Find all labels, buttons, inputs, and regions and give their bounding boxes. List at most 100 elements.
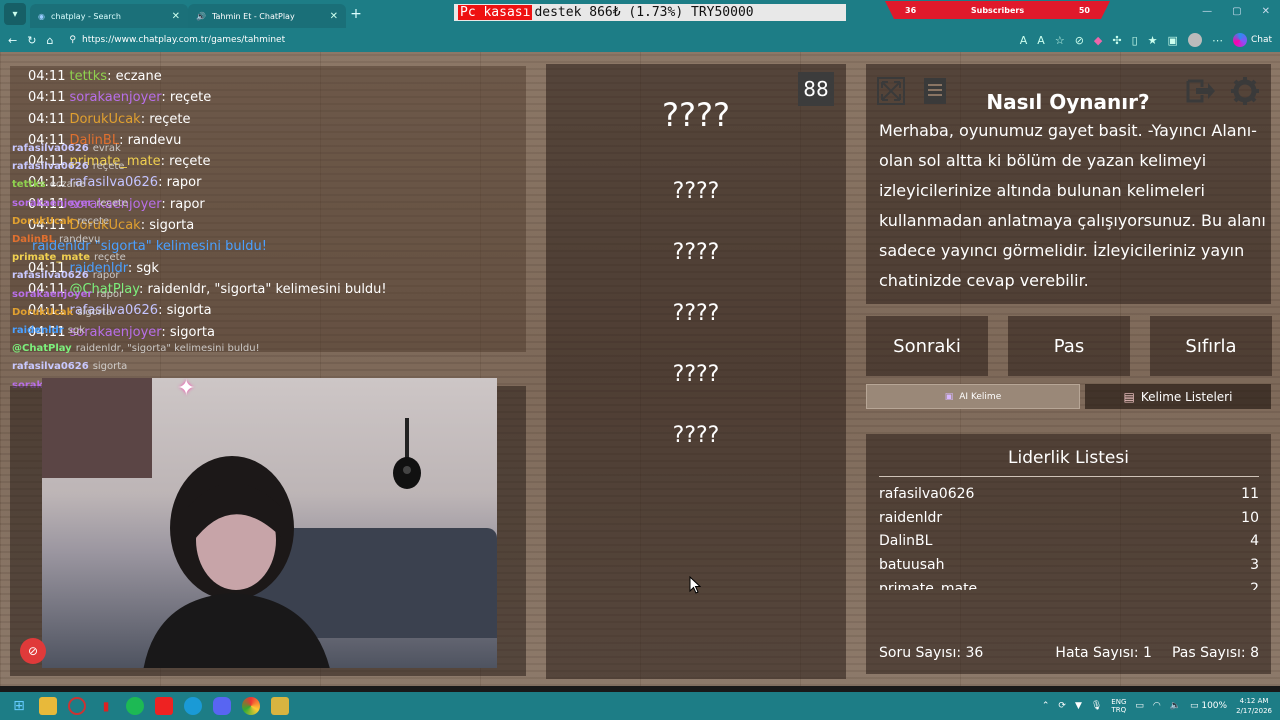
youtube-icon[interactable] bbox=[155, 697, 173, 715]
system-tray: ⌃ ⟳ ▼ 🎙 ENG TRQ ▭ ◠ 🔈 ▭ 100% 4:12 AM 2/17/… bbox=[1042, 692, 1272, 720]
word-lists-button[interactable]: ▤ Kelime Listeleri bbox=[1085, 384, 1271, 409]
document-icon[interactable] bbox=[918, 74, 952, 108]
overlay-chat-message: primate_mate reçete bbox=[12, 249, 260, 267]
tab-actions-icon[interactable]: ▾ bbox=[4, 3, 26, 25]
collections-icon[interactable]: ▣ bbox=[1168, 34, 1178, 47]
forbidden-word: ???? bbox=[672, 301, 720, 326]
mic-icon[interactable]: 🎙 bbox=[1091, 701, 1102, 711]
vpn-icon[interactable]: ▼ bbox=[1075, 701, 1082, 711]
profile-avatar[interactable] bbox=[1187, 33, 1202, 47]
chat-username[interactable]: sorakaenjoyer bbox=[69, 90, 161, 105]
player-name: primate_mate bbox=[879, 581, 978, 590]
close-tab-icon[interactable]: ✕ bbox=[172, 11, 180, 22]
sync-icon[interactable]: ⟳ bbox=[1058, 701, 1066, 711]
overlay-text: rapor bbox=[92, 270, 120, 282]
more-menu-icon[interactable]: ⋯ bbox=[1212, 34, 1223, 47]
extensions-puzzle-icon[interactable]: ✣ bbox=[1112, 34, 1121, 47]
player-score: 3 bbox=[1250, 557, 1259, 574]
read-aloud-icon[interactable]: A bbox=[1037, 34, 1045, 47]
error-count: Hata Sayısı: 1 bbox=[1055, 645, 1152, 661]
url-field[interactable]: ⚲ https://www.chatplay.com.tr/games/tahm… bbox=[63, 30, 1009, 50]
favorites-icon[interactable]: ★ bbox=[1148, 34, 1158, 47]
wifi-icon[interactable]: ◠ bbox=[1153, 701, 1161, 711]
language-indicator[interactable]: ENG TRQ bbox=[1111, 698, 1126, 714]
subscriber-goal-bar: 36 Subscribers 50 bbox=[885, 1, 1110, 19]
chat-separator: : bbox=[140, 111, 150, 127]
tab-audio-icon[interactable]: 🔊 bbox=[196, 12, 206, 21]
word-lists-label: Kelime Listeleri bbox=[1140, 389, 1233, 404]
spotify-icon[interactable] bbox=[126, 697, 144, 715]
leaderboard-row: batuusah 3 bbox=[879, 553, 1259, 577]
taskbar: ⊞ ▮ ⌃ ⟳ ▼ 🎙 ENG TRQ ▭ ◠ 🔈 ▭ 100% 4:12 AM 2… bbox=[0, 692, 1280, 720]
overlay-chat-message: sorakaenjoyer rapor bbox=[12, 286, 260, 304]
stream-chat-overlay: rafasilva0626 evrak rafasilva0626 reçete tet… bbox=[12, 140, 260, 395]
app-red-icon[interactable]: ▮ bbox=[97, 697, 115, 715]
exit-icon[interactable] bbox=[1184, 74, 1218, 108]
tab-chatplay[interactable]: 🔊 Tahmin Et - ChatPlay ✕ bbox=[188, 4, 346, 28]
copilot-button[interactable]: Chat bbox=[1232, 33, 1272, 47]
pass-button[interactable]: Pas bbox=[1008, 316, 1130, 376]
minimize-icon[interactable]: — bbox=[1202, 6, 1212, 17]
new-tab-button[interactable]: + bbox=[346, 6, 366, 22]
leaderboard-row: raidenldr 10 bbox=[879, 506, 1259, 530]
record-icon[interactable]: ⊘ bbox=[20, 638, 46, 664]
player-score: 10 bbox=[1241, 509, 1259, 526]
tab-title: chatplay - Search bbox=[50, 11, 121, 21]
windows-start-icon[interactable]: ⊞ bbox=[10, 697, 28, 715]
settings-gear-icon[interactable] bbox=[1228, 74, 1262, 108]
overlay-chat-message: sorakaenjoyer reçete bbox=[12, 195, 260, 213]
overlay-chat-message: DorukUcak sigorta bbox=[12, 304, 260, 322]
maximize-icon[interactable]: ▢ bbox=[1232, 6, 1241, 17]
chrome-icon[interactable] bbox=[242, 697, 260, 715]
clock[interactable]: 4:12 AM 2/17/2026 bbox=[1236, 696, 1272, 716]
how-to-description: Merhaba, oyunumuz gayet basit. -Yayıncı … bbox=[879, 121, 1266, 290]
tray-chevron-icon[interactable]: ⌃ bbox=[1042, 701, 1050, 711]
tab-search[interactable]: ◉ chatplay - Search ✕ bbox=[30, 4, 188, 28]
next-button[interactable]: Sonraki bbox=[866, 316, 988, 376]
volume-icon[interactable]: 🔈 bbox=[1170, 701, 1181, 711]
home-icon[interactable]: ⌂ bbox=[46, 34, 53, 47]
subs-goal: 50 bbox=[1078, 5, 1090, 15]
battery-indicator[interactable]: ▭ 100% bbox=[1190, 701, 1227, 711]
subs-current: 36 bbox=[905, 5, 917, 15]
app-yellow-icon[interactable] bbox=[271, 697, 289, 715]
ai-word-button[interactable]: ▣ AI Kelime bbox=[866, 384, 1080, 409]
split-screen-icon[interactable]: ▯ bbox=[1132, 34, 1138, 47]
overlay-chat-message: tettks eczane bbox=[12, 176, 260, 194]
refresh-icon[interactable]: ↻ bbox=[27, 34, 36, 47]
discord-icon[interactable] bbox=[213, 697, 231, 715]
overlay-username: tettks bbox=[12, 179, 46, 191]
file-explorer-icon[interactable] bbox=[39, 697, 57, 715]
chat-username[interactable]: tettks bbox=[69, 69, 107, 84]
forbidden-word: ???? bbox=[672, 423, 720, 448]
forbidden-word: ???? bbox=[672, 179, 720, 204]
game-stats: Soru Sayısı: 36 Hata Sayısı: 1 Pas Sayıs… bbox=[879, 645, 1259, 661]
overlay-text: reçete bbox=[92, 161, 125, 173]
overlay-text: reçete bbox=[77, 215, 110, 227]
back-icon[interactable]: ← bbox=[8, 34, 17, 47]
overlay-chat-message: @ChatPlay raidenldr, "sigorta" kelimesini… bbox=[12, 340, 260, 358]
webcam-feed: ✦ bbox=[42, 378, 497, 668]
monitor-icon[interactable]: ▭ bbox=[1135, 701, 1144, 711]
notebook-icon: ▤ bbox=[1123, 389, 1135, 404]
edge-icon[interactable] bbox=[184, 697, 202, 715]
overlay-text: rapor bbox=[96, 288, 124, 300]
favorite-star-icon[interactable]: ☆ bbox=[1055, 34, 1065, 47]
leaderboard-list[interactable]: rafasilva0626 11 raidenldr 10 DalinBL 4 batuus… bbox=[879, 482, 1259, 590]
fullscreen-icon[interactable] bbox=[874, 74, 908, 108]
extension-icon[interactable]: ◆ bbox=[1094, 34, 1102, 47]
overlay-username: sorakaenjoyer bbox=[12, 288, 93, 300]
question-count: Soru Sayısı: 36 bbox=[879, 645, 984, 661]
player-name: raidenldr bbox=[879, 509, 943, 526]
divider bbox=[879, 476, 1259, 477]
mute-icon[interactable]: ⊘ bbox=[1075, 34, 1084, 47]
close-window-icon[interactable]: ✕ bbox=[1262, 6, 1270, 17]
obs-icon[interactable] bbox=[68, 697, 86, 715]
close-tab-icon[interactable]: ✕ bbox=[330, 11, 338, 22]
chat-username[interactable]: DorukUcak bbox=[69, 112, 140, 127]
translate-icon[interactable]: A bbox=[1020, 34, 1028, 47]
guitar-image bbox=[393, 418, 421, 489]
overlay-username: @ChatPlay bbox=[12, 343, 72, 355]
reset-button[interactable]: Sıfırla bbox=[1150, 316, 1272, 376]
site-info-icon[interactable]: ⚲ bbox=[69, 35, 76, 45]
